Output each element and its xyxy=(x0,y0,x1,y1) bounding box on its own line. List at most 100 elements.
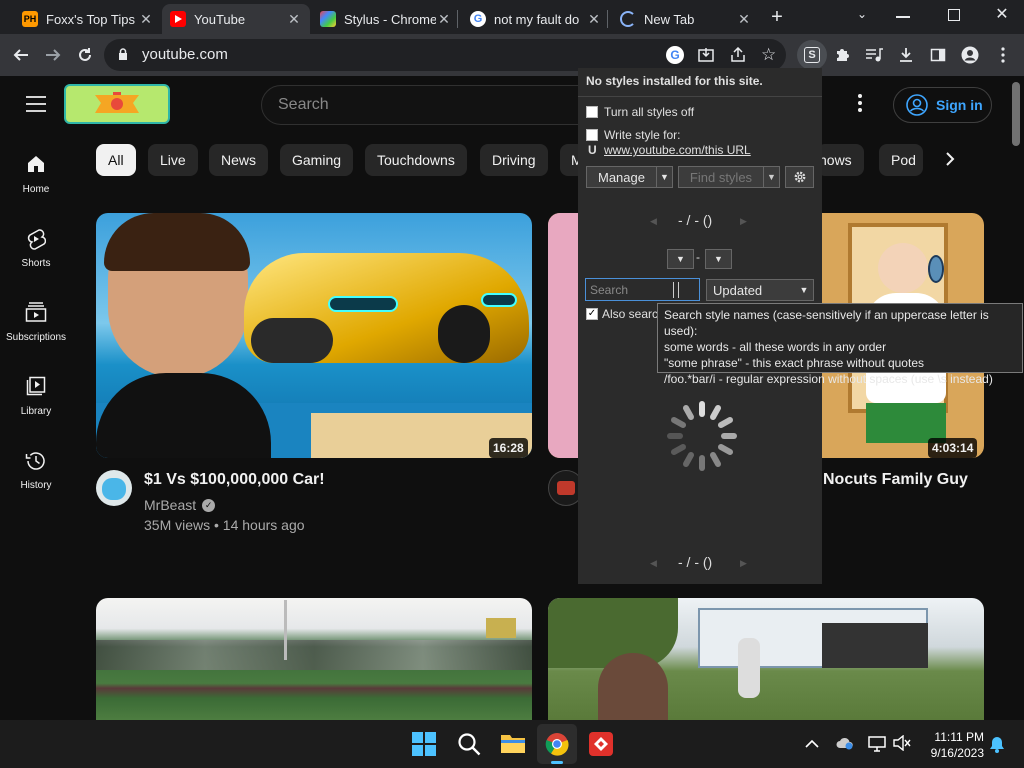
sidebar-item-home[interactable]: Home xyxy=(0,154,72,195)
chrome-web-store-favicon-icon xyxy=(320,11,336,27)
channel-name[interactable]: MrBeast xyxy=(144,497,196,513)
sort-select[interactable]: Updated ▼ xyxy=(706,279,814,301)
youtube-doodle-logo[interactable] xyxy=(64,84,170,124)
new-tab-plus-icon[interactable]: + xyxy=(766,6,788,28)
pager-next-icon[interactable]: ▶ xyxy=(740,216,747,227)
share-icon[interactable] xyxy=(730,46,746,68)
url-text: youtube.com xyxy=(142,46,228,63)
page-scrollbar[interactable] xyxy=(1008,76,1024,720)
pager-prev-icon[interactable]: ◀ xyxy=(650,216,657,227)
search-icon[interactable] xyxy=(457,732,481,761)
chrome-menu-kebab-icon[interactable] xyxy=(990,42,1016,68)
chip-touchdowns[interactable]: Touchdowns xyxy=(365,144,467,176)
google-lens-icon[interactable]: G xyxy=(666,46,684,64)
back-arrow-icon[interactable] xyxy=(8,42,34,68)
category-select[interactable]: ▼ xyxy=(667,249,694,269)
sidebar-item-shorts[interactable]: Shorts xyxy=(0,228,72,269)
network-monitor-icon[interactable] xyxy=(868,736,886,757)
chip-news[interactable]: News xyxy=(209,144,269,176)
close-icon[interactable]: ✕ xyxy=(436,11,452,28)
checkbox-box[interactable] xyxy=(586,129,598,141)
tree xyxy=(548,598,678,668)
verified-check-icon: ✓ xyxy=(202,498,216,512)
dropdown-caret-icon[interactable]: ▼ xyxy=(656,167,672,187)
settings-kebab-icon[interactable] xyxy=(858,94,862,117)
tab-stylus[interactable]: Stylus - Chrome ✕ xyxy=(312,4,460,34)
also-search-checkbox[interactable]: ✓ Also searc xyxy=(586,307,658,321)
close-icon[interactable]: ✕ xyxy=(736,11,752,28)
worker-figure xyxy=(738,638,760,698)
volume-muted-icon[interactable] xyxy=(893,734,911,756)
address-bar[interactable]: youtube.com G ☆ xyxy=(104,39,786,71)
find-styles-button[interactable]: Find styles ▼ xyxy=(678,166,780,188)
checkbox-box[interactable] xyxy=(586,106,598,118)
reload-icon[interactable] xyxy=(72,42,98,68)
close-icon[interactable]: ✕ xyxy=(138,11,154,28)
chip-partial-pod[interactable]: Pod xyxy=(879,144,923,176)
media-control-icon[interactable] xyxy=(861,42,887,68)
write-style-checkbox[interactable]: Write style for: xyxy=(586,128,680,142)
video-thumbnail-football[interactable] xyxy=(96,598,532,720)
chip-live[interactable]: Live xyxy=(148,144,198,176)
pager-next-icon[interactable]: ▶ xyxy=(740,558,747,569)
onedrive-icon[interactable] xyxy=(836,736,854,755)
minimize-icon[interactable] xyxy=(896,16,910,18)
stylus-extension-icon[interactable]: S xyxy=(797,40,827,70)
extensions-puzzle-icon[interactable] xyxy=(829,42,855,68)
video-title[interactable]: Nocuts Family Guy xyxy=(823,471,968,489)
chip-gaming[interactable]: Gaming xyxy=(280,144,354,176)
notification-bell-icon[interactable] xyxy=(989,736,1005,758)
anydesk-icon[interactable] xyxy=(589,732,613,756)
write-style-url-link[interactable]: www.youtube.com/this URL xyxy=(604,143,751,157)
windows-start-icon[interactable] xyxy=(412,732,436,761)
manage-button[interactable]: Manage ▼ xyxy=(586,166,673,188)
tab-foxx[interactable]: PH Foxx's Top Tips f ✕ xyxy=(14,4,162,34)
bookmark-star-icon[interactable]: ☆ xyxy=(761,45,776,65)
tab-new-tab[interactable]: New Tab ✕ xyxy=(612,4,760,34)
pager-prev-icon[interactable]: ◀ xyxy=(650,558,657,569)
chrome-taskbar-button[interactable] xyxy=(537,724,577,764)
tab-search-chevron-icon[interactable]: ⌄ xyxy=(852,7,872,27)
search-tooltip: Search style names (case-sensitively if … xyxy=(657,303,1023,386)
chips-next-chevron-icon[interactable] xyxy=(944,150,956,173)
checkbox-checked[interactable]: ✓ xyxy=(586,308,598,320)
close-icon[interactable]: ✕ xyxy=(286,11,302,28)
subcategory-select[interactable]: ▼ xyxy=(705,249,732,269)
sidebar-item-history[interactable]: History xyxy=(0,450,72,491)
style-search-input[interactable]: Search xyxy=(585,278,700,301)
lock-icon[interactable] xyxy=(118,48,128,66)
pager-text: - / - () xyxy=(678,554,713,570)
turn-all-styles-off-checkbox[interactable]: Turn all styles off xyxy=(586,105,694,119)
restore-icon[interactable] xyxy=(948,9,960,21)
pink-wall xyxy=(548,213,578,458)
clock[interactable]: 11:11 PM 9/16/2023 xyxy=(924,729,984,761)
download-icon[interactable] xyxy=(893,42,919,68)
sidebar-item-subscriptions[interactable]: Subscriptions xyxy=(0,302,72,343)
side-panel-icon[interactable] xyxy=(925,42,951,68)
sign-in-button[interactable]: Sign in xyxy=(893,87,992,123)
chip-all[interactable]: All xyxy=(96,144,136,176)
hamburger-menu-icon[interactable] xyxy=(26,96,46,117)
loading-spinner-icon xyxy=(620,11,636,27)
close-icon[interactable]: ✕ xyxy=(586,11,602,28)
sidebar-item-library[interactable]: Library xyxy=(0,376,72,417)
file-explorer-icon[interactable] xyxy=(500,732,526,759)
scrollbar-thumb[interactable] xyxy=(1012,82,1020,146)
settings-gear-button[interactable] xyxy=(785,166,814,188)
window-close-icon[interactable]: ✕ xyxy=(992,4,1012,24)
find-styles-label: Find styles xyxy=(689,169,753,185)
channel-avatar-mrbeast[interactable] xyxy=(96,470,132,506)
forward-arrow-icon[interactable] xyxy=(40,42,66,68)
chip-driving[interactable]: Driving xyxy=(480,144,548,176)
chip-partial-shows[interactable]: hows xyxy=(817,144,864,176)
video-title[interactable]: $1 Vs $100,000,000 Car! xyxy=(144,471,325,489)
install-app-icon[interactable] xyxy=(698,47,714,68)
video-thumbnail-mrbeast[interactable]: 16:28 xyxy=(96,213,532,458)
dropdown-caret-icon[interactable]: ▼ xyxy=(763,167,779,187)
tab-youtube[interactable]: YouTube ✕ xyxy=(162,4,310,34)
show-hidden-icons-chevron-icon[interactable] xyxy=(805,736,819,754)
tab-google[interactable]: G not my fault do ✕ xyxy=(462,4,610,34)
profile-icon[interactable] xyxy=(957,42,983,68)
video-thumbnail-yardwork[interactable] xyxy=(548,598,984,720)
search-input[interactable]: Search xyxy=(261,85,581,125)
